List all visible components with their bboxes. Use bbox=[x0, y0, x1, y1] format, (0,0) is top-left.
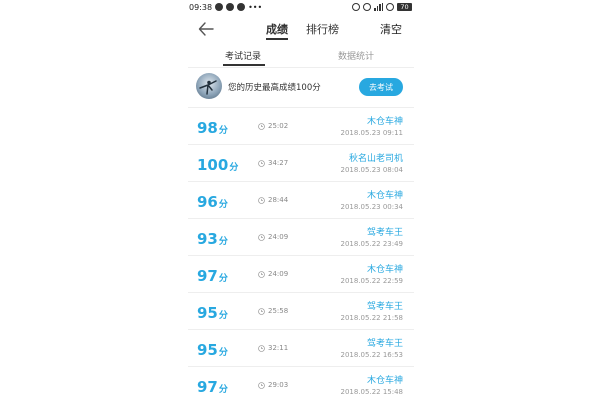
user-name: 木仓车神 bbox=[366, 376, 403, 386]
record-date: 2018.05.23 00:34 bbox=[340, 203, 403, 211]
score: 98分 bbox=[197, 118, 228, 137]
duration: 28:44 bbox=[258, 196, 288, 204]
record-date: 2018.05.22 16:53 bbox=[340, 351, 403, 359]
duration: 25:02 bbox=[258, 122, 288, 130]
clock-icon bbox=[258, 307, 265, 315]
score: 97分 bbox=[197, 266, 228, 285]
clock-icon bbox=[258, 122, 265, 130]
duration: 32:11 bbox=[258, 344, 288, 352]
status-bar: 09:38 ••• 70 bbox=[188, 0, 414, 14]
duration-value: 29:03 bbox=[268, 381, 289, 389]
subtab-exam-records[interactable]: 考试记录 bbox=[225, 49, 261, 62]
score-unit: 分 bbox=[218, 126, 228, 136]
score: 95分 bbox=[197, 303, 228, 322]
notification-icon bbox=[237, 3, 246, 11]
user-name: 驾考车王 bbox=[366, 302, 403, 312]
score-unit: 分 bbox=[218, 200, 228, 210]
score-value: 95 bbox=[197, 304, 218, 322]
record-date: 2018.05.22 22:59 bbox=[340, 277, 403, 285]
signal-icon bbox=[374, 3, 383, 11]
duration: 34:27 bbox=[258, 159, 288, 167]
record-date: 2018.05.23 09:11 bbox=[340, 129, 403, 137]
user-name: 木仓车神 bbox=[366, 191, 403, 201]
list-item[interactable]: 100分 34:27 秋名山老司机 2018.05.23 08:04 bbox=[188, 145, 414, 182]
duration-value: 25:58 bbox=[268, 307, 289, 315]
score-unit: 分 bbox=[218, 311, 228, 321]
score: 97分 bbox=[197, 377, 228, 396]
user-name: 秋名山老司机 bbox=[348, 154, 403, 164]
duration-value: 24:09 bbox=[268, 270, 289, 278]
tab-score[interactable]: 成绩 bbox=[266, 21, 288, 37]
subtab-data-stats[interactable]: 数据统计 bbox=[338, 49, 374, 62]
list-item[interactable]: 95分 25:58 驾考车王 2018.05.22 21:58 bbox=[188, 293, 414, 330]
score-unit: 分 bbox=[218, 274, 228, 284]
active-tab-indicator bbox=[266, 38, 288, 40]
clock-icon bbox=[258, 270, 265, 278]
user-name: 木仓车神 bbox=[366, 265, 403, 275]
clock-icon bbox=[258, 381, 265, 389]
message-icon bbox=[215, 3, 224, 11]
list-item[interactable]: 98分 25:02 木仓车神 2018.05.23 09:11 bbox=[188, 108, 414, 145]
record-date: 2018.05.23 08:04 bbox=[340, 166, 403, 174]
user-name: 驾考车王 bbox=[366, 339, 403, 349]
alarm-icon bbox=[363, 3, 371, 11]
active-subtab-indicator bbox=[223, 64, 265, 66]
more-dots-icon: ••• bbox=[248, 2, 263, 12]
duration-value: 28:44 bbox=[268, 196, 289, 204]
battery-icon: 70 bbox=[397, 3, 412, 11]
score-unit: 分 bbox=[218, 348, 228, 358]
record-date: 2018.05.22 21:58 bbox=[340, 314, 403, 322]
best-score-text: 您的历史最高成绩100分 bbox=[228, 83, 321, 93]
score: 100分 bbox=[197, 155, 238, 174]
duration-value: 24:09 bbox=[268, 233, 289, 241]
clock-icon bbox=[258, 196, 265, 204]
take-exam-button[interactable]: 去考试 bbox=[359, 78, 403, 96]
score-value: 97 bbox=[197, 378, 218, 396]
header: 成绩 排行榜 清空 bbox=[188, 14, 414, 44]
clock-icon bbox=[258, 159, 265, 167]
clear-button[interactable]: 清空 bbox=[380, 21, 402, 37]
score-unit: 分 bbox=[229, 163, 239, 173]
wifi-icon bbox=[386, 3, 394, 11]
list-item[interactable]: 97分 29:03 木仓车神 2018.05.22 15:48 bbox=[188, 367, 414, 400]
score-value: 97 bbox=[197, 267, 218, 285]
arrow-left-icon[interactable] bbox=[198, 22, 214, 36]
record-date: 2018.05.22 15:48 bbox=[340, 388, 403, 396]
best-score-banner: 您的历史最高成绩100分 去考试 bbox=[188, 68, 414, 108]
score: 96分 bbox=[197, 192, 228, 211]
score-value: 95 bbox=[197, 341, 218, 359]
avatar bbox=[196, 73, 222, 99]
score-value: 96 bbox=[197, 193, 218, 211]
duration: 25:58 bbox=[258, 307, 288, 315]
duration-value: 34:27 bbox=[268, 159, 289, 167]
score: 93分 bbox=[197, 229, 228, 248]
phone-screen: 09:38 ••• 70 成绩 排行榜 清空 考试记录 数据统计 您的历史最高成… bbox=[188, 0, 414, 400]
score-unit: 分 bbox=[218, 385, 228, 395]
score-value: 100 bbox=[197, 156, 229, 174]
clock-icon bbox=[258, 344, 265, 352]
list-item[interactable]: 97分 24:09 木仓车神 2018.05.22 22:59 bbox=[188, 256, 414, 293]
score-value: 93 bbox=[197, 230, 218, 248]
chat-icon bbox=[226, 3, 235, 11]
record-date: 2018.05.22 23:49 bbox=[340, 240, 403, 248]
tab-ranking[interactable]: 排行榜 bbox=[306, 21, 339, 37]
clock-icon bbox=[258, 233, 265, 241]
duration: 29:03 bbox=[258, 381, 288, 389]
sync-icon bbox=[352, 3, 360, 11]
subtab-bar: 考试记录 数据统计 bbox=[188, 44, 414, 68]
list-item[interactable]: 96分 28:44 木仓车神 2018.05.23 00:34 bbox=[188, 182, 414, 219]
duration-value: 32:11 bbox=[268, 344, 289, 352]
user-name: 驾考车王 bbox=[366, 228, 403, 238]
duration: 24:09 bbox=[258, 233, 288, 241]
user-name: 木仓车神 bbox=[366, 117, 403, 127]
duration-value: 25:02 bbox=[268, 122, 289, 130]
status-time: 09:38 bbox=[189, 2, 213, 12]
score: 95分 bbox=[197, 340, 228, 359]
list-item[interactable]: 95分 32:11 驾考车王 2018.05.22 16:53 bbox=[188, 330, 414, 367]
score-value: 98 bbox=[197, 119, 218, 137]
duration: 24:09 bbox=[258, 270, 288, 278]
list-item[interactable]: 93分 24:09 驾考车王 2018.05.22 23:49 bbox=[188, 219, 414, 256]
records-list: 98分 25:02 木仓车神 2018.05.23 09:11 100分 34:27 秋名山… bbox=[188, 108, 414, 400]
score-unit: 分 bbox=[218, 237, 228, 247]
